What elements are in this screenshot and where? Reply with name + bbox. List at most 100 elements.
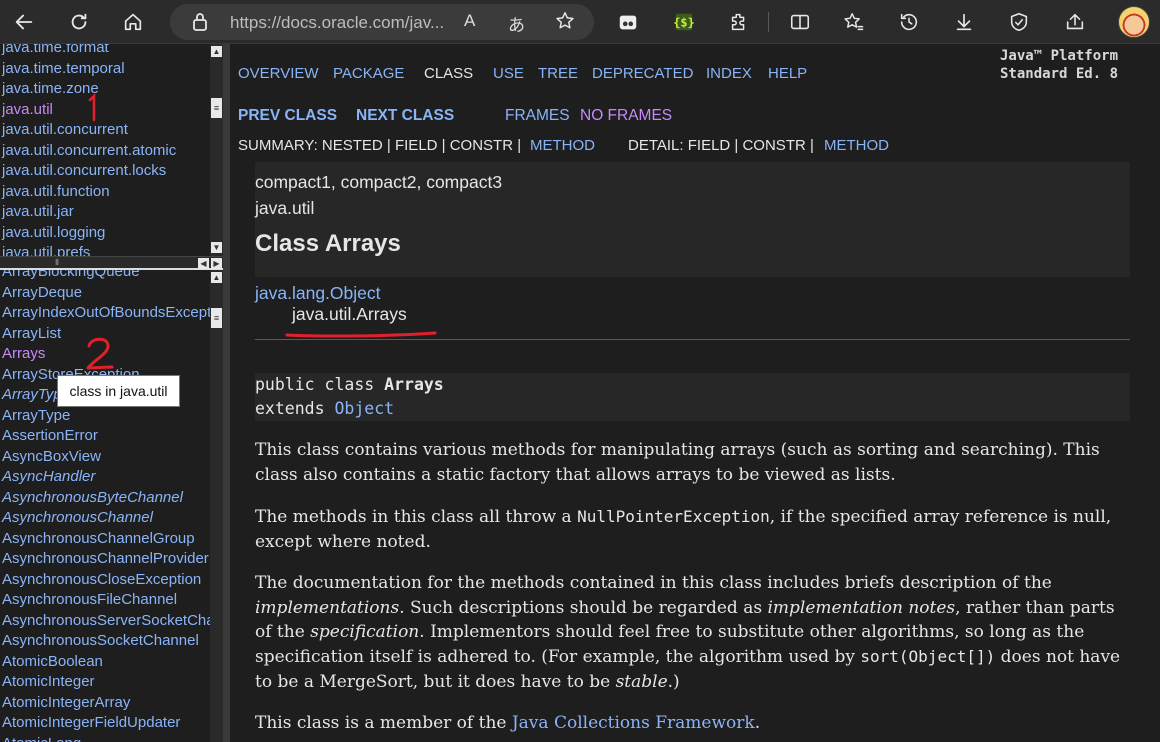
class-list-item[interactable]: ArrayIndexOutOfBoundsException [0,303,223,324]
nav-help[interactable]: HELP [768,65,807,82]
class-list-item[interactable]: AtomicLong [0,734,223,742]
share-icon[interactable] [1059,6,1091,38]
nav-deprecated[interactable]: DEPRECATED [592,65,693,82]
toolbar-separator [768,12,769,32]
prev-class-link[interactable]: PREV CLASS [238,107,337,125]
class-list-item[interactable]: AtomicIntegerFieldUpdater [0,713,223,734]
description-para-3: The documentation for the methods contai… [255,573,1121,692]
annotation-2 [86,337,114,370]
lock-icon[interactable] [190,11,210,38]
package-list-item[interactable]: java.util.jar [0,202,176,223]
scroll-up-arrow-icon[interactable]: ▲ [211,272,222,283]
home-icon[interactable] [117,6,149,38]
class-header: compact1, compact2, compact3 java.util C… [255,162,1130,277]
inheritance-child: java.util.Arrays [292,304,407,324]
nav-class: CLASS [424,65,474,82]
class-list-item[interactable]: AsyncHandler [0,467,223,488]
scroll-right-arrow-icon[interactable]: ▶ [211,258,222,269]
browser-toolbar: https://docs.oracle.com/jav... A あ {$} [0,0,1160,44]
add-favorite-icon[interactable] [554,10,576,37]
profiles-text: compact1, compact2, compact3 [255,172,503,192]
class-list-item[interactable]: AtomicInteger [0,672,223,693]
nav-use[interactable]: USE [493,65,524,82]
browser-essentials-icon[interactable] [1003,6,1035,38]
nav-overview[interactable]: OVERVIEW [238,65,319,82]
next-class-link[interactable]: NEXT CLASS [356,107,454,125]
packages-horizontal-scrollbar[interactable]: ⦀ ◀ ▶ [0,256,223,270]
detail-label: DETAIL: FIELD | CONSTR | [628,137,814,154]
address-bar[interactable]: https://docs.oracle.com/jav... A あ [170,4,594,40]
inheritance-parent-link[interactable]: java.lang.Object [255,283,381,304]
nav-index[interactable]: INDEX [706,65,752,82]
package-list-item[interactable]: java.util.function [0,182,176,203]
scroll-down-arrow-icon[interactable]: ▼ [211,242,222,253]
package-list-item[interactable]: java.util.prefs [0,243,176,256]
class-list-item[interactable]: ArrayType [0,406,223,427]
class-list-item[interactable]: AssertionError [0,426,223,447]
package-name: java.util [255,198,315,218]
class-list-item[interactable]: AtomicIntegerArray [0,693,223,714]
history-icon[interactable] [893,6,925,38]
frames-link[interactable]: FRAMES [505,107,570,125]
description-para-1: This class contains various methods for … [255,440,1100,485]
extension-json-icon[interactable]: {$} [668,6,700,38]
translate-icon[interactable]: あ [508,11,525,36]
extensions-icon[interactable] [723,6,755,38]
signature-class-name: Arrays [384,375,444,394]
class-list-item[interactable]: AsynchronousServerSocketChannel [0,611,223,632]
class-list-item[interactable]: AsynchronousFileChannel [0,590,223,611]
class-list-item[interactable]: AsynchronousSocketChannel [0,631,223,652]
read-aloud-icon[interactable]: A [464,11,475,31]
refresh-icon[interactable] [63,6,95,38]
annotation-1 [88,94,96,122]
downloads-icon[interactable] [948,6,980,38]
package-list-item[interactable]: java.time.format [0,44,176,59]
url-text[interactable]: https://docs.oracle.com/jav... [230,13,444,33]
packages-list: java.time.format java.time.temporal java.t… [0,44,176,256]
back-icon[interactable] [8,6,40,38]
favorites-icon[interactable] [838,6,870,38]
class-list-item[interactable]: AsynchronousChannelGroup [0,529,223,550]
scroll-thumb[interactable]: ≡ [211,308,222,328]
class-list-item[interactable]: AsynchronousCloseException [0,570,223,591]
class-list-item[interactable]: ArrayBlockingQueue [0,270,223,283]
class-list-item[interactable]: AtomicBoolean [0,652,223,673]
frame-divider[interactable] [223,44,230,742]
class-list-item[interactable]: ArrayDeque [0,283,223,304]
package-list-item[interactable]: java.util.logging [0,223,176,244]
split-screen-icon[interactable] [784,6,816,38]
page-title: Class Arrays [255,230,401,257]
classes-scrollbar[interactable]: ▲ ≡ [210,270,223,742]
packages-frame: java.time.format java.time.temporal java.t… [0,44,223,256]
divider-line [255,339,1130,340]
class-list-item[interactable]: AsynchronousChannelProvider [0,549,223,570]
code-sort: sort(Object[]) [860,647,996,667]
code-null-pointer: NullPointerException [577,507,770,526]
package-list-item[interactable]: java.util.concurrent.atomic [0,141,176,162]
signature-extends: extends [255,399,335,418]
platform-line1: Java™ Platform [1000,48,1119,64]
package-list-item[interactable]: java.time.temporal [0,59,176,80]
scroll-thumb[interactable]: ≡ [211,98,222,118]
svg-text:{$}: {$} [673,16,695,30]
collections-framework-link[interactable]: Java Collections Framework [512,713,755,733]
scroll-up-arrow-icon[interactable]: ▲ [211,46,222,57]
package-list-item[interactable]: java.util.concurrent.locks [0,161,176,182]
platform-label: Java™ Platform Standard Ed. 8 [1000,47,1118,83]
detail-method-link[interactable]: METHOD [824,137,889,154]
horizontal-scroll-thumb[interactable]: ⦀ [48,259,66,267]
nav-package[interactable]: PACKAGE [333,65,404,82]
scroll-right-arrow-icon[interactable]: ◀ [198,258,209,269]
platform-line2: Standard Ed. 8 [1000,66,1119,82]
extension-mask-icon[interactable] [612,6,644,38]
class-list-item[interactable]: AsynchronousChannel [0,508,223,529]
tooltip: class in java.util [57,375,180,407]
summary-method-link[interactable]: METHOD [530,137,595,154]
packages-scrollbar[interactable]: ▲ ≡ ▼ [210,44,223,256]
signature-object-link[interactable]: Object [334,399,394,418]
class-list-item[interactable]: AsynchronousByteChannel [0,488,223,509]
nav-tree[interactable]: TREE [538,65,578,82]
no-frames-link[interactable]: NO FRAMES [580,107,672,125]
profile-avatar[interactable] [1118,6,1150,38]
class-list-item[interactable]: AsyncBoxView [0,447,223,468]
